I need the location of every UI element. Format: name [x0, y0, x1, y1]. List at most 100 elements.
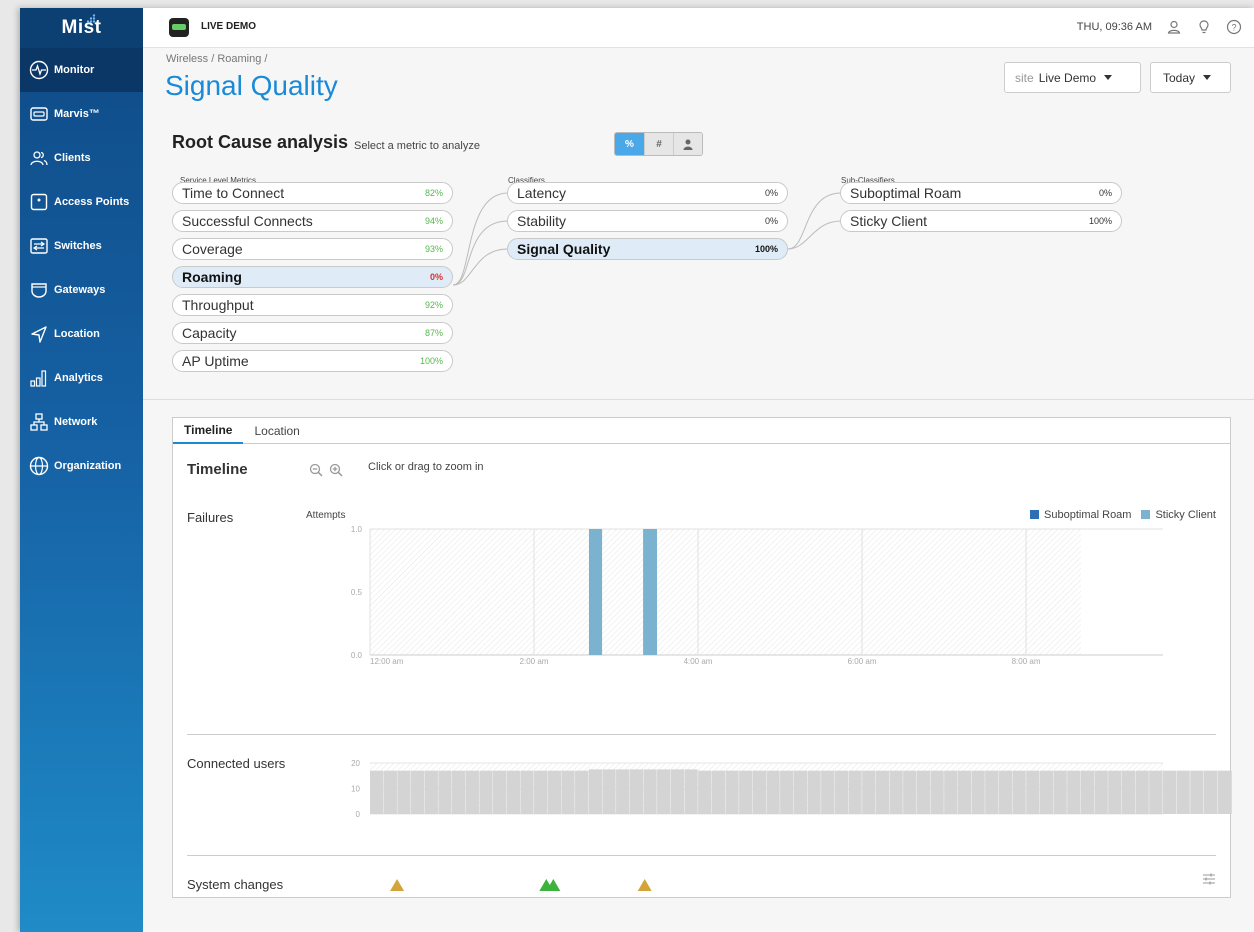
service-metric-successful-connects[interactable]: Successful Connects 94%	[172, 210, 453, 232]
sidebar-item-label: Analytics	[54, 372, 103, 384]
sub-classifier-suboptimal-roam[interactable]: Suboptimal Roam 0%	[840, 182, 1122, 204]
users-bar	[520, 770, 534, 814]
connected-users-chart: 20 10 0	[351, 759, 1232, 819]
users-bar	[1149, 770, 1163, 814]
sidebar-item-clients[interactable]: Clients	[20, 136, 143, 180]
failures-x-tick-label: 8:00 am	[1012, 657, 1041, 666]
sidebar-item-analytics[interactable]: Analytics	[20, 356, 143, 400]
users-bar	[1053, 770, 1067, 814]
users-bar	[848, 770, 862, 814]
failure-bar[interactable]	[643, 529, 658, 655]
sidebar-item-location[interactable]: Location	[20, 312, 143, 356]
sidebar-item-label: Organization	[54, 460, 122, 472]
org-name[interactable]: LIVE DEMO	[201, 21, 256, 32]
metric-name: Capacity	[182, 325, 237, 341]
metric-name: Time to Connect	[182, 185, 285, 201]
service-metric-capacity[interactable]: Capacity 87%	[172, 322, 453, 344]
users-bar	[465, 770, 479, 814]
users-bar	[370, 770, 384, 814]
failure-bar[interactable]	[588, 529, 603, 655]
users-bar	[547, 770, 561, 814]
metric-value: 0%	[764, 216, 778, 226]
users-y-tick-label: 20	[351, 759, 360, 768]
failures-y-tick-label: 0.0	[351, 651, 363, 660]
app-window: Mist Monitor Marvis™ Clients Access Points S…	[20, 8, 1254, 932]
sidebar-item-access-points[interactable]: Access Points	[20, 180, 143, 224]
service-metric-roaming[interactable]: Roaming 0%	[172, 266, 453, 288]
classifier-stability[interactable]: Stability 0%	[507, 210, 788, 232]
users-bar	[411, 770, 425, 814]
metric-name: Coverage	[182, 241, 243, 257]
users-bar	[1080, 770, 1095, 814]
marvis-icon	[30, 107, 48, 121]
users-bar	[1217, 770, 1231, 814]
service-metric-time-to-connect[interactable]: Time to Connect 82%	[172, 182, 453, 204]
users-bar	[807, 770, 821, 814]
sidebar-item-monitor[interactable]: Monitor	[20, 48, 143, 92]
users-bar	[930, 770, 944, 814]
users-bar	[493, 770, 507, 814]
classifier-signal-quality[interactable]: Signal Quality 100%	[507, 238, 788, 260]
users-bar	[561, 770, 575, 814]
metric-value: 82%	[424, 188, 443, 198]
metric-name: Sticky Client	[850, 213, 928, 229]
metric-value: 100%	[754, 244, 778, 254]
help-icon[interactable]: ?	[1226, 19, 1242, 35]
users-bar	[479, 770, 493, 814]
sidebar-item-gateways[interactable]: Gateways	[20, 268, 143, 312]
failures-x-tick-label: 6:00 am	[848, 657, 877, 666]
classifier-latency[interactable]: Latency 0%	[507, 182, 788, 204]
users-bar	[684, 769, 698, 814]
switch-icon	[30, 238, 48, 254]
metric-value: 87%	[424, 328, 443, 338]
sidebar-item-label: Gateways	[54, 284, 106, 296]
metric-value: 94%	[424, 216, 443, 226]
sidebar-item-organization[interactable]: Organization	[20, 444, 143, 488]
service-metric-coverage[interactable]: Coverage 93%	[172, 238, 453, 260]
failures-y-tick-label: 1.0	[351, 525, 363, 534]
sub-classifier-sticky-client[interactable]: Sticky Client 100%	[840, 210, 1122, 232]
access-point-icon	[30, 193, 48, 211]
organization-icon	[29, 456, 49, 476]
users-bar	[657, 769, 671, 814]
system-change-marker[interactable]	[390, 879, 405, 891]
users-bar	[875, 770, 890, 814]
filter-settings-icon[interactable]	[1202, 873, 1216, 885]
system-changes-chart	[390, 879, 652, 891]
metric-name: Throughput	[182, 297, 254, 313]
users-y-tick-label: 0	[356, 810, 361, 819]
users-bar	[1094, 770, 1108, 814]
users-bar	[670, 769, 685, 814]
logo-dots-icon	[86, 14, 96, 23]
sidebar-item-label: Marvis™	[54, 108, 100, 120]
system-change-marker[interactable]	[637, 879, 652, 891]
users-bar	[1067, 770, 1081, 814]
metric-value: 100%	[1088, 216, 1112, 226]
users-bar	[397, 770, 411, 814]
org-logo-icon	[169, 18, 189, 37]
users-bar	[1203, 770, 1218, 814]
mist-logo[interactable]: Mist	[20, 8, 143, 48]
users-bar	[1231, 770, 1232, 814]
sidebar-item-marvis[interactable]: Marvis™	[20, 92, 143, 136]
lightbulb-icon[interactable]	[1196, 19, 1212, 35]
section-divider	[143, 399, 1254, 400]
service-metric-throughput[interactable]: Throughput 92%	[172, 294, 453, 316]
users-bar	[766, 770, 780, 814]
users-bar	[1012, 770, 1026, 814]
timeline-charts[interactable]: 12:00 am 2:00 am 4:00 am 6:00 am 8:00 am 1.0 0…	[173, 418, 1232, 899]
sidebar-item-switches[interactable]: Switches	[20, 224, 143, 268]
users-bar	[711, 770, 726, 814]
metric-name: Stability	[517, 213, 567, 229]
user-icon[interactable]	[1166, 19, 1182, 35]
users-bar	[506, 770, 520, 814]
sidebar-item-label: Network	[54, 416, 98, 428]
service-metric-ap-uptime[interactable]: AP Uptime 100%	[172, 350, 453, 372]
sidebar-item-label: Clients	[54, 152, 91, 164]
sidebar-item-network[interactable]: Network	[20, 400, 143, 444]
metric-value: 0%	[1098, 188, 1112, 198]
users-bar	[957, 770, 972, 814]
users-bar	[752, 770, 767, 814]
users-bar	[588, 769, 602, 814]
users-bar	[971, 770, 985, 814]
